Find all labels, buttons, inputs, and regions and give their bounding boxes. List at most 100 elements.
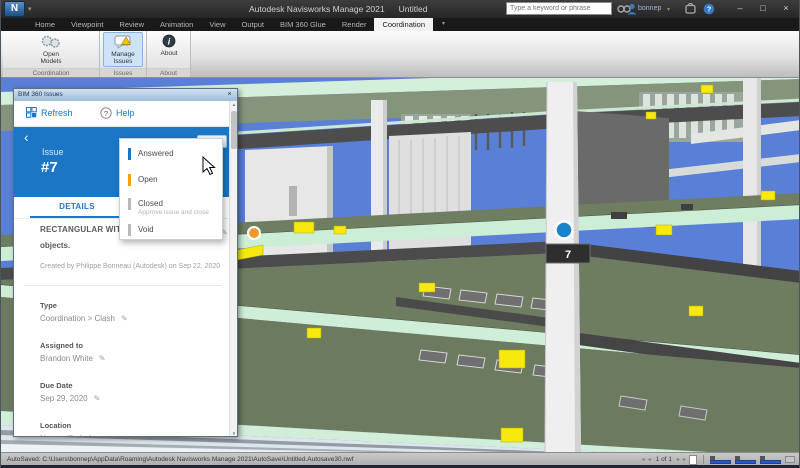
- closed-sublabel: Approve issue and close: [138, 209, 209, 216]
- issue-pin-orange[interactable]: [248, 227, 260, 239]
- created-by-line: Created by Philippe Bonneau (Autodesk) o…: [40, 263, 225, 270]
- status-bar: AutoSaved: C:\Users\bonnep\AppData\Roami…: [1, 452, 800, 465]
- app-title-text: Autodesk Navisworks Manage 2021: [249, 4, 385, 14]
- help-circle-icon: ?: [100, 107, 112, 119]
- help-button[interactable]: ? Help: [100, 107, 135, 119]
- group-label-about: About: [147, 68, 190, 77]
- close-button[interactable]: ×: [775, 0, 797, 17]
- next-sheet-icon[interactable]: ▸: [677, 456, 680, 463]
- open-models-label-1: Open: [43, 51, 59, 58]
- edit-location-icon[interactable]: ✎: [88, 434, 95, 437]
- tab-render[interactable]: Render: [334, 18, 375, 31]
- user-icon[interactable]: [627, 3, 637, 15]
- open-models-button[interactable]: Open Models: [23, 32, 79, 65]
- refresh-grid-icon: [26, 107, 37, 118]
- app-menu-button[interactable]: N: [4, 1, 25, 17]
- field-due-label: Due Date: [40, 381, 220, 390]
- issue-label: Issue: [42, 147, 64, 157]
- about-button[interactable]: i About: [153, 32, 185, 57]
- manage-issues-button[interactable]: Manage Issues: [103, 32, 143, 67]
- scrollbar-thumb[interactable]: [231, 111, 237, 149]
- app-store-icon[interactable]: [685, 3, 696, 14]
- prev-sheet-icon[interactable]: ◂: [648, 456, 651, 463]
- tab-review[interactable]: Review: [111, 18, 152, 31]
- back-icon[interactable]: ‹: [24, 129, 29, 145]
- field-due-date: Due Date Sep 29, 2020 ✎: [40, 381, 220, 403]
- group-label-coordination: Coordination: [3, 68, 99, 77]
- issue-status-menu: Answered Open Closed Approve issue and c…: [119, 138, 223, 240]
- help-icon[interactable]: ?: [703, 3, 715, 15]
- group-label-issues: Issues: [100, 68, 146, 77]
- closed-bar-icon: [128, 198, 131, 210]
- manage-issues-label-2: Issues: [114, 58, 133, 65]
- refresh-label: Refresh: [41, 108, 73, 118]
- memory-indicator: [785, 456, 795, 463]
- field-assigned-value: Brandon White: [40, 354, 93, 363]
- issue-description-line2: objects.: [40, 241, 70, 250]
- restore-button[interactable]: □: [752, 0, 774, 17]
- open-models-label-2: Models: [41, 58, 62, 65]
- panel-toolbar: Refresh ? Help: [14, 101, 231, 127]
- edit-assigned-icon[interactable]: ✎: [99, 354, 106, 363]
- tab-animation[interactable]: Animation: [152, 18, 201, 31]
- about-label: About: [161, 50, 178, 57]
- window-title: Autodesk Navisworks Manage 2021 Untitled: [249, 0, 427, 18]
- field-due-value: Sep 29, 2020: [40, 394, 88, 403]
- ribbon-tab-bar: Home Viewpoint Review Animation View Out…: [1, 18, 800, 31]
- group-coordination: Open Models Coordination: [3, 31, 100, 77]
- tab-viewpoint[interactable]: Viewpoint: [63, 18, 111, 31]
- title-bar: N ▾ Autodesk Navisworks Manage 2021 Untit…: [1, 0, 800, 18]
- minimize-button[interactable]: –: [729, 0, 751, 17]
- first-sheet-icon[interactable]: ◂: [642, 456, 645, 463]
- edit-type-icon[interactable]: ✎: [121, 314, 128, 323]
- app-menu-caret-icon[interactable]: ▾: [28, 5, 32, 13]
- divider: [24, 285, 222, 286]
- open-bar-icon: [128, 174, 131, 186]
- issues-bubble-icon: [114, 35, 132, 49]
- pin-label-text: 7: [565, 249, 571, 261]
- closed-label: Closed: [138, 199, 163, 208]
- mouse-cursor: [201, 156, 217, 176]
- field-type-value: Coordination > Clash: [40, 314, 115, 323]
- disk-progress-indicator: [735, 456, 757, 464]
- issue-pin-blue[interactable]: [556, 222, 573, 239]
- issue-pin-label: 7: [546, 244, 590, 263]
- tab-bim360glue[interactable]: BIM 360 Glue: [272, 18, 334, 31]
- tab-view[interactable]: View: [201, 18, 233, 31]
- void-label: Void: [138, 225, 154, 234]
- info-icon: i: [162, 34, 176, 48]
- panel-scrollbar[interactable]: ▴ ▾: [229, 101, 237, 437]
- panel-title-bar[interactable]: BIM 360 Issues: [14, 89, 237, 101]
- search-input[interactable]: [506, 2, 612, 15]
- svg-text:?: ?: [104, 109, 108, 118]
- sheet-browser-icon[interactable]: [689, 455, 697, 465]
- user-menu-caret-icon[interactable]: ▾: [667, 6, 670, 13]
- tab-output[interactable]: Output: [233, 18, 272, 31]
- ribbon-display-toggle-icon[interactable]: ▾: [437, 18, 450, 31]
- field-location-value: Unspecified: [40, 434, 82, 437]
- answered-label: Answered: [138, 149, 174, 158]
- edit-due-icon[interactable]: ✎: [94, 394, 101, 403]
- tab-home[interactable]: Home: [27, 18, 63, 31]
- scroll-up-icon[interactable]: ▴: [230, 102, 238, 108]
- tab-coordination[interactable]: Coordination: [374, 18, 433, 31]
- signed-in-user[interactable]: bonnep: [638, 0, 661, 18]
- application-window: N ▾ Autodesk Navisworks Manage 2021 Untit…: [0, 0, 800, 468]
- void-bar-icon: [128, 224, 131, 236]
- field-assigned-label: Assigned to: [40, 341, 220, 350]
- group-issues: Manage Issues Issues: [100, 31, 147, 77]
- divider: [703, 455, 704, 464]
- answered-bar-icon: [128, 148, 131, 160]
- field-location-label: Location: [40, 421, 220, 430]
- pencil-progress-indicator: [710, 456, 732, 464]
- panel-close-icon[interactable]: ×: [224, 89, 235, 100]
- status-option-void[interactable]: Void: [120, 221, 222, 239]
- document-title-text: Untitled: [399, 4, 428, 14]
- web-progress-indicator: [760, 456, 782, 464]
- last-sheet-icon[interactable]: ▸: [683, 456, 686, 463]
- scroll-down-icon[interactable]: ▾: [230, 431, 238, 437]
- refresh-button[interactable]: Refresh: [26, 107, 73, 118]
- field-assigned-to: Assigned to Brandon White ✎: [40, 341, 220, 363]
- open-label: Open: [138, 175, 158, 184]
- tab-details[interactable]: DETAILS: [30, 197, 124, 218]
